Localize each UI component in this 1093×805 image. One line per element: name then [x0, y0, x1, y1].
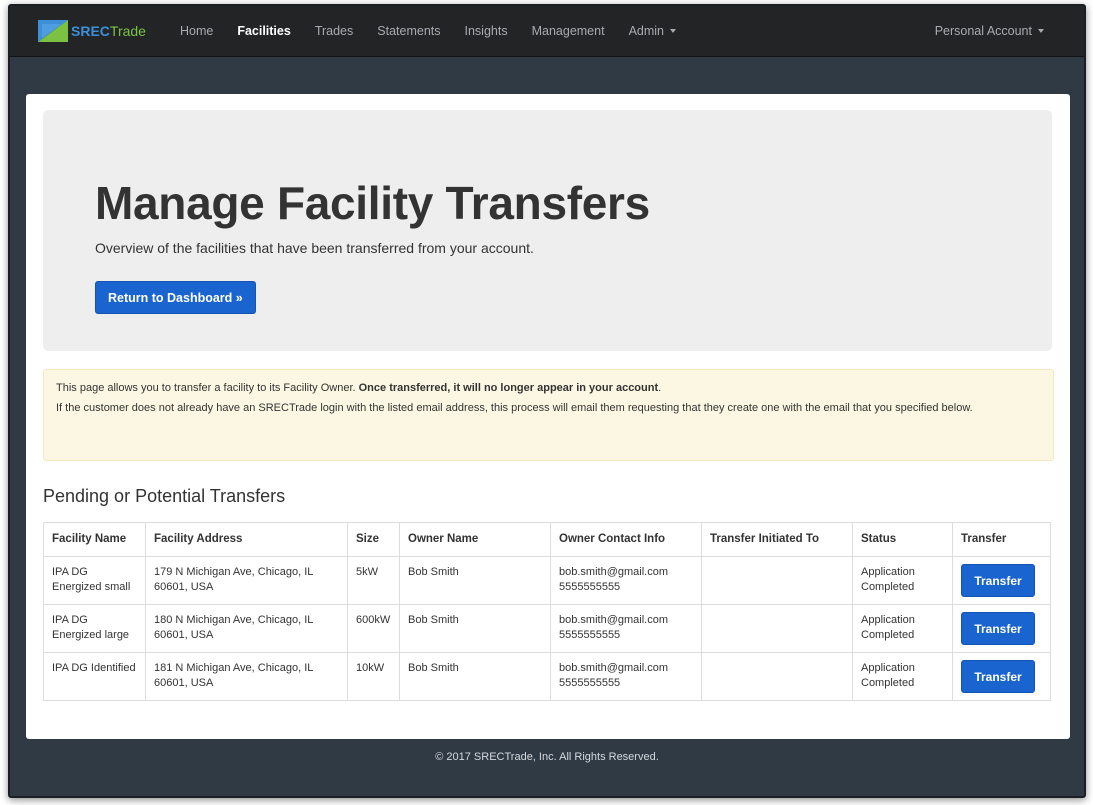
alert-line-1-text: This page allows you to transfer a facil… [56, 382, 359, 394]
section-title: Pending or Potential Transfers [43, 486, 286, 506]
caret-down-icon [1038, 29, 1044, 33]
column-header: Transfer Initiated To [701, 522, 853, 557]
transfer-button[interactable]: Transfer [961, 660, 1035, 693]
nav-item-label: Admin [628, 24, 664, 38]
main-content: Manage Facility Transfers Overview of th… [26, 94, 1070, 739]
account-label: Personal Account [934, 24, 1032, 38]
footer-copyright: © 2017 SRECTrade, Inc. All Rights Reserv… [435, 751, 659, 763]
column-header: Size [347, 522, 400, 557]
nav-item-facilities[interactable]: Facilities [225, 6, 303, 56]
owner-email: bob.smith@gmail.com [559, 662, 668, 674]
alert-line-2: If the customer does not already have an… [56, 402, 973, 414]
owner-contact-cell: bob.smith@gmail.com 5555555555 [550, 652, 702, 701]
facility-address-cell: 179 N Michigan Ave, Chicago, IL 60601, U… [145, 556, 348, 605]
alert-line-1-bold: Once transferred, it will no longer appe… [358, 382, 659, 394]
facility-name-cell: IPA DG Identified [43, 652, 146, 701]
owner-name-cell: Bob Smith [399, 652, 551, 701]
size-cell: 600kW [347, 604, 400, 653]
top-navbar: SRECTrade Home Facilities Trades Stateme… [10, 6, 1084, 57]
column-header: Owner Name [399, 522, 551, 557]
transfers-table: Facility Name Facility Address Size Owne… [43, 522, 1051, 701]
caret-down-icon [670, 29, 676, 33]
facility-address-cell: 180 N Michigan Ave, Chicago, IL 60601, U… [145, 604, 348, 653]
status-cell: Application Completed [852, 556, 953, 605]
browser-frame: SRECTrade Home Facilities Trades Stateme… [8, 4, 1086, 798]
nav-item-label: Management [531, 24, 605, 38]
nav-item-statements[interactable]: Statements [365, 6, 452, 56]
transfer-cell: Transfer [952, 652, 1051, 701]
nav-item-label: Facilities [237, 24, 291, 38]
nav-item-admin[interactable]: Admin [617, 6, 688, 56]
owner-contact-cell: bob.smith@gmail.com 5555555555 [550, 604, 702, 653]
facility-name-cell: IPA DG Energized large [43, 604, 146, 653]
brand-name: SRECTrade [71, 23, 146, 39]
alert-line-1-end: . [658, 382, 662, 394]
owner-phone: 5555555555 [559, 629, 621, 641]
brand-name-accent: Trade [109, 23, 146, 39]
info-alert: This page allows you to transfer a facil… [43, 369, 1054, 461]
transfer-button[interactable]: Transfer [961, 564, 1035, 597]
size-cell: 10kW [347, 652, 400, 701]
personal-account-menu[interactable]: Personal Account [923, 6, 1056, 56]
transfer-initiated-cell [701, 604, 853, 653]
owner-email: bob.smith@gmail.com [559, 614, 668, 626]
nav-item-insights[interactable]: Insights [453, 6, 520, 56]
owner-phone: 5555555555 [559, 677, 621, 689]
jumbotron: Manage Facility Transfers Overview of th… [43, 110, 1052, 351]
owner-name-cell: Bob Smith [399, 556, 551, 605]
transfer-initiated-cell [701, 652, 853, 701]
nav-item-home[interactable]: Home [168, 6, 225, 56]
transfer-cell: Transfer [952, 604, 1051, 653]
owner-name-cell: Bob Smith [399, 604, 551, 653]
brand-logo[interactable]: SRECTrade [38, 20, 146, 42]
table-header-row: Facility Name Facility Address Size Owne… [43, 522, 1051, 557]
page-subtitle: Overview of the facilities that have bee… [95, 240, 534, 256]
srectrade-logo-icon [38, 20, 68, 42]
table-row: IPA DG Energized small 179 N Michigan Av… [43, 556, 1051, 605]
status-cell: Application Completed [852, 604, 953, 653]
transfer-button[interactable]: Transfer [961, 612, 1035, 645]
brand-name-main: SREC [71, 23, 110, 39]
column-header: Owner Contact Info [550, 522, 702, 557]
return-to-dashboard-button[interactable]: Return to Dashboard » [95, 281, 256, 314]
transfer-initiated-cell [701, 556, 853, 605]
column-header: Facility Name [43, 522, 146, 557]
nav-item-label: Insights [464, 24, 508, 38]
column-header: Status [852, 522, 953, 557]
alert-line-1: This page allows you to transfer a facil… [56, 380, 1041, 396]
page-title: Manage Facility Transfers [95, 177, 650, 229]
column-header: Facility Address [145, 522, 348, 557]
size-cell: 5kW [347, 556, 400, 605]
table-row: IPA DG Identified 181 N Michigan Ave, Ch… [43, 652, 1051, 701]
nav-item-label: Statements [377, 24, 441, 38]
nav-item-trades[interactable]: Trades [303, 6, 365, 56]
column-header: Transfer [952, 522, 1051, 557]
facility-name-cell: IPA DG Energized small [43, 556, 146, 605]
owner-contact-cell: bob.smith@gmail.com 5555555555 [550, 556, 702, 605]
owner-phone: 5555555555 [559, 581, 621, 593]
facility-address-cell: 181 N Michigan Ave, Chicago, IL 60601, U… [145, 652, 348, 701]
nav-item-label: Home [179, 24, 214, 38]
status-cell: Application Completed [852, 652, 953, 701]
table-row: IPA DG Energized large 180 N Michigan Av… [43, 604, 1051, 653]
owner-email: bob.smith@gmail.com [559, 566, 668, 578]
nav-item-management[interactable]: Management [520, 6, 617, 56]
nav-item-label: Trades [314, 24, 354, 38]
transfer-cell: Transfer [952, 556, 1051, 605]
